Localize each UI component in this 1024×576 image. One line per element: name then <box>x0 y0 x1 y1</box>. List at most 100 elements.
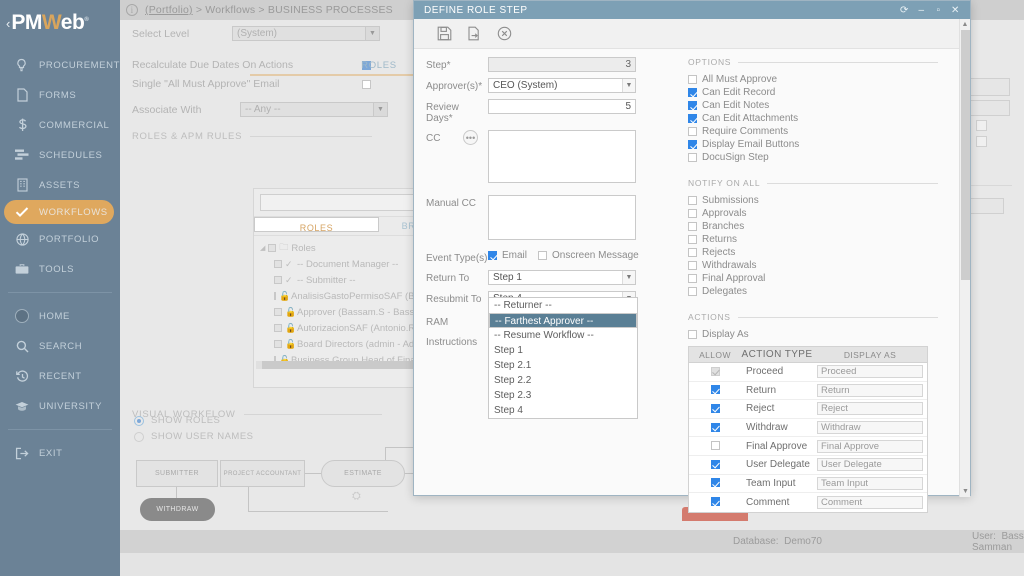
refresh-icon[interactable]: ⟳ <box>896 5 913 16</box>
table-row[interactable]: Proceed <box>689 363 927 382</box>
table-row[interactable]: Comment <box>689 493 927 512</box>
associate-with-dropdown[interactable]: -- Any -- ▼ <box>240 102 388 117</box>
wf-node-submitter[interactable]: SUBMITTER <box>136 460 218 487</box>
notify-checkbox[interactable] <box>688 222 697 231</box>
table-row[interactable]: Final Approve <box>689 437 927 456</box>
display-as-toggle[interactable]: Display As <box>688 328 938 341</box>
dropdown-option[interactable]: Step 1 <box>489 343 637 358</box>
notify-checkbox[interactable] <box>688 274 697 283</box>
close-button[interactable]: ✕ <box>947 5 964 16</box>
save-button[interactable] <box>434 24 454 44</box>
allow-checkbox[interactable] <box>710 422 720 432</box>
scroll-up-arrow[interactable]: ▲ <box>960 19 970 30</box>
display-as-input[interactable] <box>817 365 923 379</box>
sidebar-item-forms[interactable]: FORMS <box>0 80 120 110</box>
option-checkbox[interactable] <box>688 140 697 149</box>
sidebar-item-search[interactable]: SEARCH <box>0 331 120 361</box>
sidebar-item-home[interactable]: HOME <box>0 301 120 331</box>
review-days-input[interactable]: 5 <box>488 99 636 114</box>
cancel-button[interactable] <box>494 24 514 44</box>
notify-rejects[interactable]: Rejects <box>688 246 938 259</box>
display-as-input[interactable] <box>817 495 923 509</box>
table-row[interactable]: Return <box>689 382 927 401</box>
table-row[interactable]: Team Input <box>689 475 927 494</box>
bg-field-checkbox[interactable] <box>362 79 371 89</box>
sidebar-item-procurement[interactable]: PROCUREMENT <box>0 50 120 80</box>
option-checkbox[interactable] <box>688 101 697 110</box>
option-checkbox[interactable] <box>688 75 697 84</box>
manual-cc-textarea[interactable] <box>488 195 636 240</box>
sidebar-item-tools[interactable]: TOOLS <box>0 254 120 284</box>
allow-checkbox[interactable] <box>710 385 720 395</box>
sidebar-item-workflows[interactable]: WORKFLOWS <box>4 200 114 224</box>
notify-checkbox[interactable] <box>688 261 697 270</box>
notify-final-approval[interactable]: Final Approval <box>688 272 938 285</box>
breadcrumb-link[interactable]: (Portfolio) <box>145 4 193 16</box>
sidebar-item-commercial[interactable]: COMMERCIAL <box>0 110 120 140</box>
radio-icon[interactable] <box>134 415 144 426</box>
radio-show-roles[interactable]: SHOW ROLES <box>134 415 254 426</box>
app-logo[interactable]: ‹ PMWeb® <box>0 0 120 46</box>
save-and-new-button[interactable] <box>464 24 484 44</box>
option-docusign-step[interactable]: DocuSign Step <box>688 151 938 164</box>
dropdown-option[interactable]: Step 2.1 <box>489 358 637 373</box>
sidebar-collapse-icon[interactable]: ‹ <box>6 16 10 31</box>
tab-roles[interactable]: ROLES <box>254 217 379 233</box>
notify-checkbox[interactable] <box>688 287 697 296</box>
tree-checkbox[interactable] <box>268 244 277 252</box>
dropdown-option[interactable]: -- Resume Workflow -- <box>489 328 637 343</box>
display-as-input[interactable] <box>817 402 923 416</box>
tree-checkbox[interactable] <box>274 308 282 316</box>
notify-checkbox[interactable] <box>688 248 697 257</box>
dialog-title-bar[interactable]: DEFINE ROLE STEP ⟳ ‒ ▫ ✕ <box>414 1 970 19</box>
notify-checkbox[interactable] <box>688 196 697 205</box>
resubmit-to-dropdown-list[interactable]: -- Returner -- -- Farthest Approver -- -… <box>488 297 638 419</box>
table-row[interactable]: Reject <box>689 400 927 419</box>
display-as-input[interactable] <box>817 421 923 435</box>
approvers-select[interactable]: CEO (System) ▼ <box>488 78 636 93</box>
scrollbar-thumb[interactable] <box>961 30 970 280</box>
sidebar-item-schedules[interactable]: SCHEDULES <box>0 140 120 170</box>
display-as-input[interactable] <box>817 383 923 397</box>
event-email-checkbox[interactable] <box>488 251 497 260</box>
tree-checkbox[interactable] <box>274 292 276 300</box>
display-as-input[interactable] <box>817 439 923 453</box>
notify-branches[interactable]: Branches <box>688 220 938 233</box>
cc-picker-button[interactable]: ••• <box>463 130 478 145</box>
option-all-must-approve[interactable]: All Must Approve <box>688 73 938 86</box>
option-can-edit-attachments[interactable]: Can Edit Attachments <box>688 112 938 125</box>
notify-submissions[interactable]: Submissions <box>688 194 938 207</box>
info-icon[interactable]: i <box>126 4 138 16</box>
wf-node-project-accountant[interactable]: PROJECT ACCOUNTANT <box>220 460 305 487</box>
bg-widget-checkbox-2[interactable] <box>976 136 987 147</box>
cc-textarea[interactable] <box>488 130 636 183</box>
tree-checkbox[interactable] <box>274 260 282 268</box>
dropdown-option-selected[interactable]: -- Farthest Approver -- <box>489 313 637 328</box>
option-checkbox[interactable] <box>688 127 697 136</box>
display-as-input[interactable] <box>817 476 923 490</box>
dropdown-option[interactable]: -- Returner -- <box>489 298 637 313</box>
wf-node-withdraw[interactable]: WITHDRAW <box>140 498 215 521</box>
dropdown-option[interactable]: Step 2.3 <box>489 388 637 403</box>
display-as-input[interactable] <box>817 458 923 472</box>
option-display-email-buttons[interactable]: Display Email Buttons <box>688 138 938 151</box>
maximize-button[interactable]: ▫ <box>930 5 947 16</box>
event-onscreen-checkbox[interactable] <box>538 251 548 260</box>
option-can-edit-notes[interactable]: Can Edit Notes <box>688 99 938 112</box>
option-require-comments[interactable]: Require Comments <box>688 125 938 138</box>
sidebar-item-assets[interactable]: ASSETS <box>0 170 120 200</box>
allow-checkbox[interactable] <box>710 403 720 413</box>
option-checkbox[interactable] <box>688 88 697 97</box>
wf-node-estimate[interactable]: ESTIMATE <box>321 460 405 487</box>
option-checkbox[interactable] <box>688 153 697 162</box>
table-row[interactable]: Withdraw <box>689 419 927 438</box>
option-checkbox[interactable] <box>688 114 697 123</box>
select-level-dropdown[interactable]: (System) ▼ <box>232 26 380 41</box>
allow-checkbox[interactable] <box>710 497 720 507</box>
radio-show-user-names[interactable]: SHOW USER NAMES <box>134 431 254 442</box>
tree-checkbox[interactable] <box>274 276 282 284</box>
notify-withdrawals[interactable]: Withdrawals <box>688 259 938 272</box>
sidebar-item-portfolio[interactable]: PORTFOLIO <box>0 224 120 254</box>
step-input[interactable]: 3 <box>488 57 636 72</box>
tree-checkbox[interactable] <box>274 340 282 348</box>
